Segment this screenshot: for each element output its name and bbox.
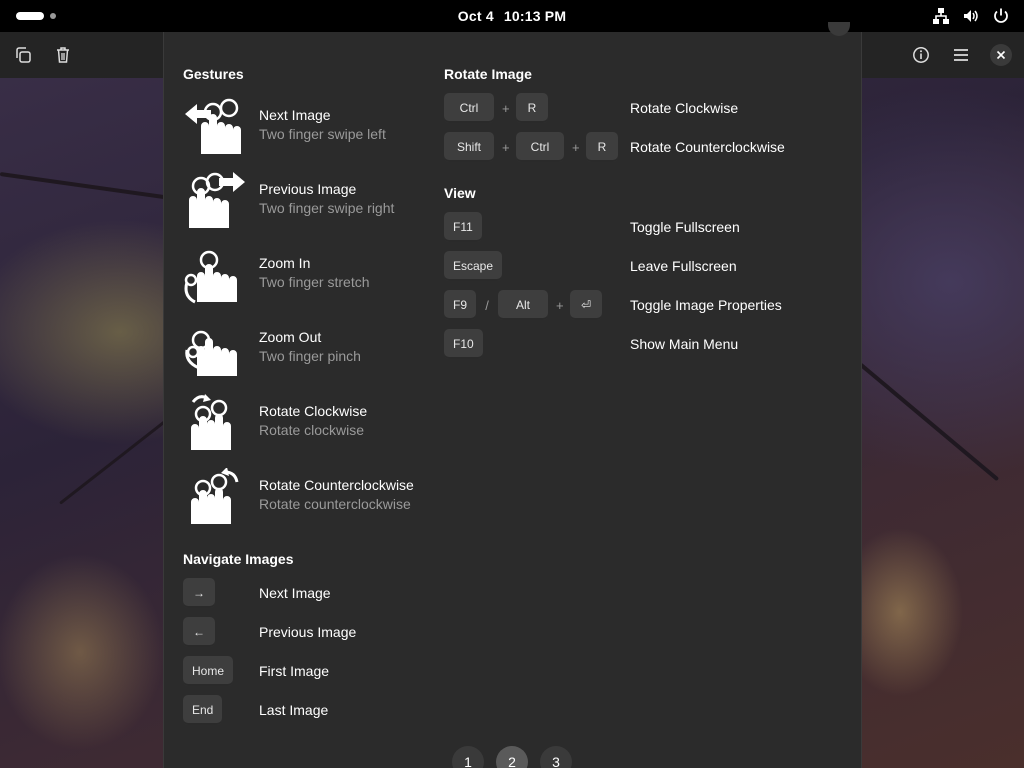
main-menu-button[interactable]	[946, 40, 976, 70]
shortcut-label: Rotate Clockwise	[630, 100, 739, 116]
key-f10: F10	[444, 329, 483, 359]
gesture-row: Next Image Two finger swipe left	[183, 98, 433, 158]
branch-decoration	[59, 416, 172, 505]
gesture-subtitle: Two finger swipe right	[259, 200, 395, 216]
key-r: R	[586, 132, 618, 162]
shortcut-row: Escape	[444, 251, 503, 281]
gesture-subtitle: Two finger stretch	[259, 274, 370, 290]
plus-sign: +	[502, 139, 510, 155]
clock[interactable]: Oct 4 10:13 PM	[455, 8, 569, 24]
gesture-title: Rotate Counterclockwise	[259, 477, 414, 493]
close-window-button[interactable]	[986, 40, 1016, 70]
shortcut-label: Next Image	[259, 585, 331, 601]
volume-icon	[962, 7, 980, 25]
gesture-row: Rotate Counterclockwise Rotate countercl…	[183, 468, 433, 528]
system-top-bar: Oct 4 10:13 PM	[0, 0, 1024, 32]
page-2-button[interactable]: 2	[496, 746, 528, 768]
close-icon	[990, 44, 1012, 66]
gesture-title: Rotate Clockwise	[259, 403, 368, 419]
copy-button[interactable]	[8, 40, 38, 70]
key-home: Home	[183, 656, 234, 686]
key-shift: Shift	[444, 132, 494, 162]
clock-date: Oct 4	[457, 8, 494, 24]
activities-indicator[interactable]	[16, 12, 56, 20]
trash-icon	[57, 47, 69, 63]
system-tray[interactable]	[932, 7, 1010, 25]
workspace-dot-icon	[50, 13, 56, 19]
gesture-title: Previous Image	[259, 181, 357, 197]
shortcut-row: ←	[183, 617, 215, 647]
gesture-subtitle: Rotate counterclockwise	[259, 496, 411, 512]
hamburger-menu-icon	[954, 49, 968, 61]
key-f9: F9	[444, 290, 477, 320]
gesture-subtitle: Two finger swipe left	[259, 126, 386, 142]
shortcut-label: Leave Fullscreen	[630, 258, 737, 274]
gesture-title: Next Image	[259, 107, 331, 123]
shortcut-row: End	[183, 695, 223, 725]
key-alt: Alt	[498, 290, 549, 320]
shortcut-row: Shift + Ctrl + R	[444, 132, 618, 162]
shortcut-row: F11	[444, 212, 482, 242]
key-ctrl: Ctrl	[444, 93, 494, 123]
page-switcher: 1 2 3	[452, 746, 572, 768]
view-section-title: View	[444, 185, 476, 201]
key-ctrl: Ctrl	[516, 132, 564, 162]
shortcut-label: Show Main Menu	[630, 336, 739, 352]
key-right-arrow: →	[183, 578, 215, 608]
gesture-title: Zoom In	[259, 255, 311, 271]
shortcut-row: F9 / Alt + ⏎	[444, 290, 603, 320]
key-f11: F11	[444, 212, 482, 242]
key-escape: Escape	[444, 251, 503, 281]
branch-decoration	[858, 362, 1000, 482]
shortcut-row: F10	[444, 329, 483, 359]
info-icon	[913, 47, 929, 63]
key-r: R	[516, 93, 548, 123]
gesture-subtitle: Rotate clockwise	[259, 422, 365, 438]
key-left-arrow: ←	[183, 617, 215, 647]
key-end: End	[183, 695, 223, 725]
swipe-right-gesture-icon	[189, 172, 245, 228]
plus-sign: +	[572, 139, 580, 155]
shortcut-row: Home	[183, 656, 234, 686]
properties-button[interactable]	[906, 40, 936, 70]
copy-icon	[16, 47, 31, 63]
power-icon	[992, 7, 1010, 25]
delete-button[interactable]	[48, 40, 78, 70]
shortcut-row: →	[183, 578, 215, 608]
pinch-gesture-icon	[185, 330, 237, 376]
gestures-section-title: Gestures	[183, 66, 244, 82]
gesture-row: Zoom Out Two finger pinch	[183, 320, 433, 380]
shortcut-label: Previous Image	[259, 624, 357, 640]
shortcut-label: Rotate Counterclockwise	[630, 139, 785, 155]
shortcut-label: First Image	[259, 663, 330, 679]
workspace-pill-icon	[16, 12, 44, 20]
swipe-left-gesture-icon	[185, 98, 241, 154]
branch-decoration	[0, 172, 179, 202]
slash-separator: /	[485, 297, 489, 313]
gesture-row: Rotate Clockwise Rotate clockwise	[183, 394, 433, 454]
navigate-section-title: Navigate Images	[183, 551, 294, 567]
gesture-row: Zoom In Two finger stretch	[183, 246, 433, 306]
shortcut-label: Last Image	[259, 702, 329, 718]
rotate-ccw-gesture-icon	[191, 468, 239, 524]
gesture-row: Previous Image Two finger swipe right	[183, 172, 433, 232]
plus-sign: +	[556, 297, 564, 313]
stretch-gesture-icon	[184, 250, 237, 304]
shortcut-label: Toggle Image Properties	[630, 297, 782, 313]
clock-time: 10:13 PM	[503, 8, 567, 24]
shortcut-label: Toggle Fullscreen	[630, 219, 740, 235]
gesture-subtitle: Two finger pinch	[259, 348, 361, 364]
key-enter-icon: ⏎	[570, 290, 603, 320]
plus-sign: +	[502, 100, 510, 116]
rotate-cw-gesture-icon	[191, 394, 231, 450]
page-3-button[interactable]: 3	[540, 746, 572, 768]
rotate-section-title: Rotate Image	[444, 66, 532, 82]
gesture-title: Zoom Out	[259, 329, 322, 345]
page-1-button[interactable]: 1	[452, 746, 484, 768]
network-icon	[932, 7, 950, 25]
shortcut-row: Ctrl + R	[444, 93, 548, 123]
